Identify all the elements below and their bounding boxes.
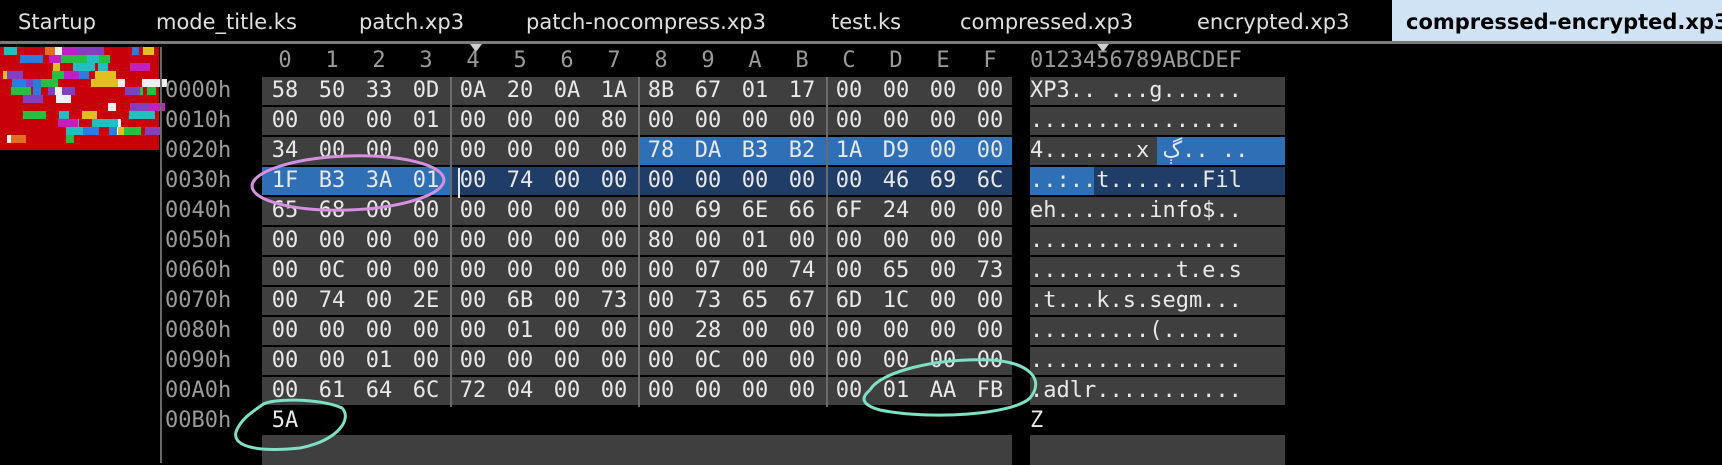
annotation-circle-teal-1 [862,358,1038,417]
annotation-overlay [234,154,1038,451]
annotation-circle-pink [250,154,446,212]
annotation-circle-teal-2 [234,398,347,451]
